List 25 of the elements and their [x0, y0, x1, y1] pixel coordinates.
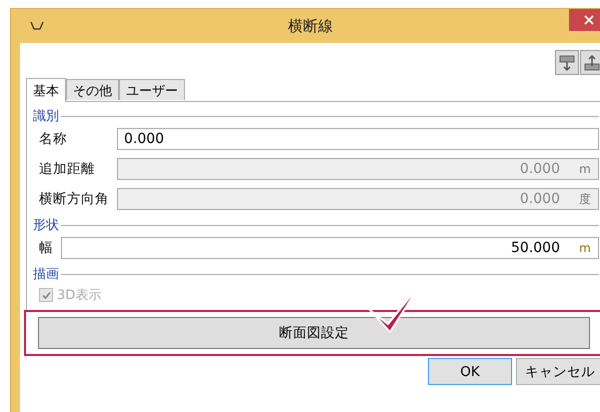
field-label: 幅 [39, 239, 53, 257]
field-label: 追加距離 [39, 160, 96, 178]
section-title: 識別 [33, 108, 59, 125]
input-field[interactable]: 50.000 m [61, 237, 599, 259]
dialog-button[interactable]: キャンセル [516, 358, 600, 385]
input-field[interactable]: 0.000 [117, 128, 599, 150]
tray-down-arrow-icon [558, 54, 576, 72]
section-settings-button[interactable]: 断面図設定 [38, 317, 590, 349]
section-title: 形状 [33, 217, 59, 234]
window-title: 横断線 [287, 16, 334, 36]
section-title: 描画 [33, 266, 59, 283]
field-label: 名称 [39, 130, 68, 148]
tab[interactable]: その他 [66, 79, 119, 100]
import-button[interactable] [555, 50, 579, 75]
checkmark-icon [40, 290, 52, 300]
close-icon [584, 15, 594, 25]
field-label: 横断方向角 [39, 190, 109, 208]
checkbox-label: 3D表示 [57, 287, 102, 304]
tray-up-arrow-icon [583, 54, 600, 72]
dialog-button[interactable]: OK [428, 358, 512, 385]
close-button[interactable] [569, 9, 600, 31]
tab[interactable]: ユーザー [119, 79, 185, 100]
export-button[interactable] [580, 50, 600, 75]
curve-icon [30, 21, 44, 31]
tab[interactable]: 基本 [26, 78, 66, 102]
